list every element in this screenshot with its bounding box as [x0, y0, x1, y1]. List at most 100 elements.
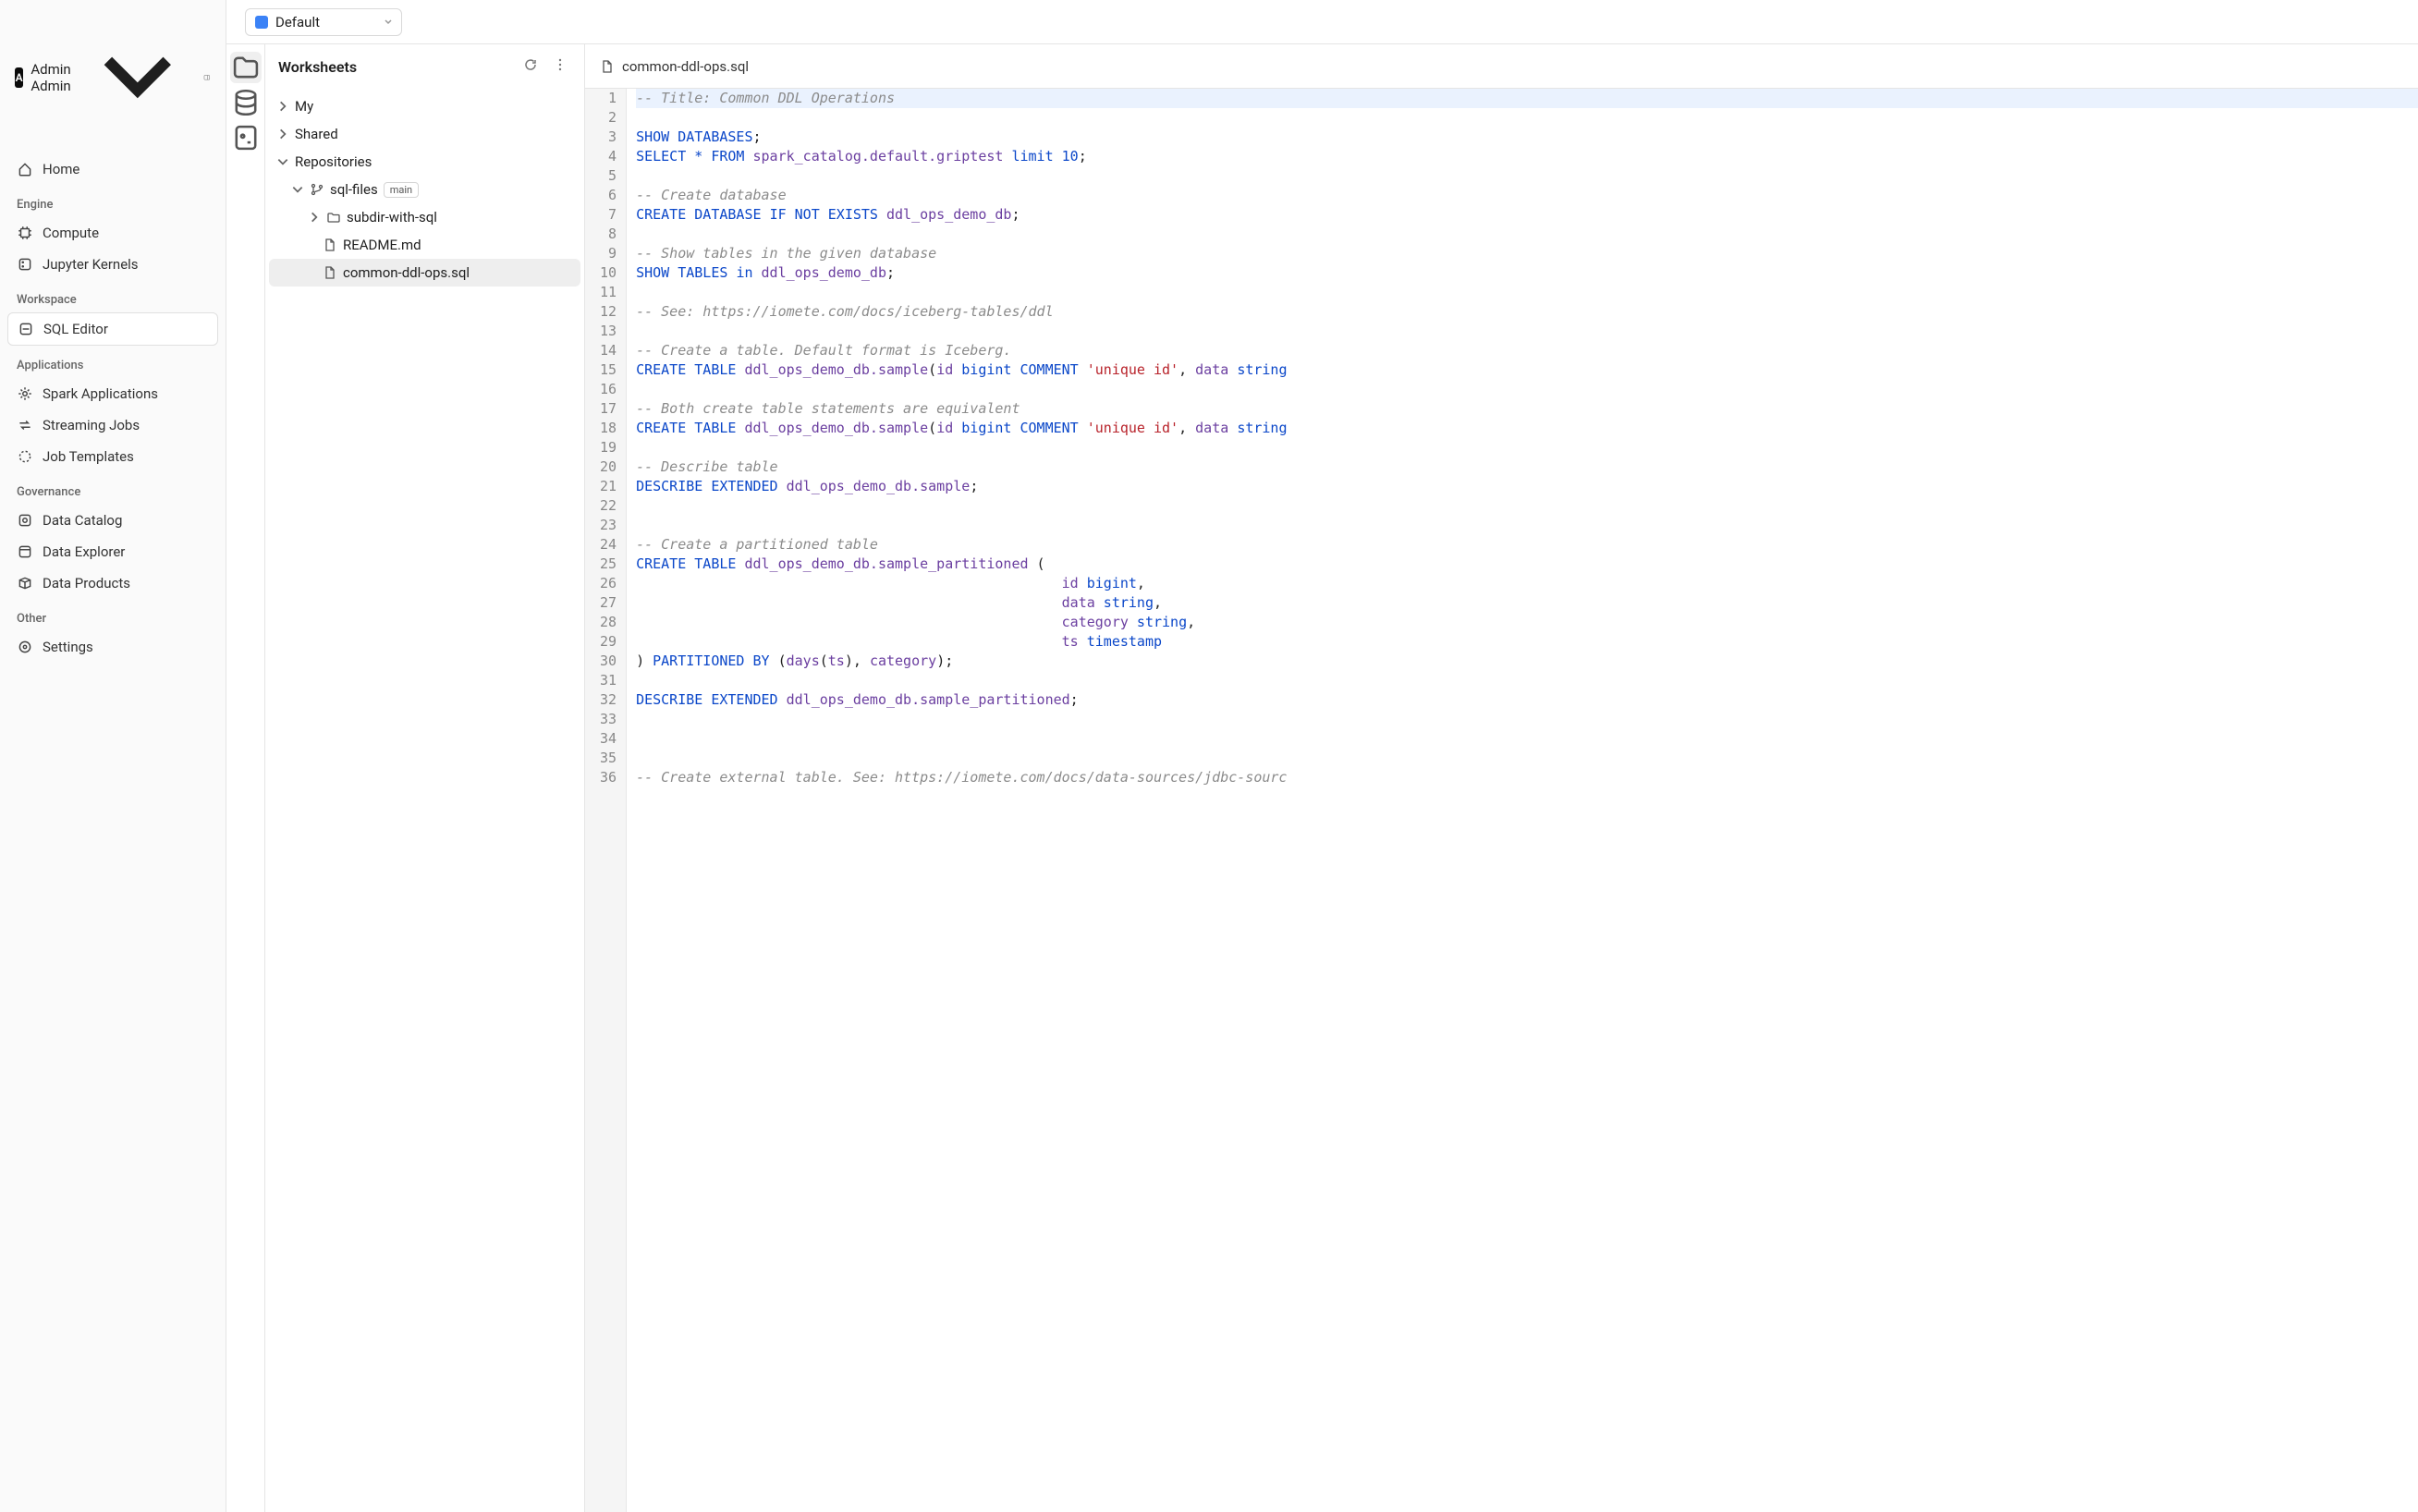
tree-shared-label: Shared — [295, 126, 338, 142]
branch-pill: main — [384, 182, 419, 198]
tree-readme-label: README.md — [343, 237, 421, 253]
explorer-icon — [17, 543, 33, 560]
nav-templates-label: Job Templates — [43, 448, 134, 465]
side-rail — [226, 0, 265, 1512]
file-icon — [600, 59, 615, 74]
catalog-select-label: Default — [275, 14, 320, 30]
nav-catalog[interactable]: Data Catalog — [7, 505, 218, 536]
rail-history[interactable] — [230, 122, 262, 153]
tree-file-selected[interactable]: common-ddl-ops.sql — [269, 259, 580, 287]
tree-repositories[interactable]: Repositories — [269, 148, 580, 176]
nav-explorer[interactable]: Data Explorer — [7, 536, 218, 567]
code-line[interactable]: -- Title: Common DDL Operations — [636, 89, 2418, 108]
code-line[interactable] — [636, 225, 2418, 244]
code-line[interactable]: -- Create external table. See: https://i… — [636, 768, 2418, 787]
panel-toggle-icon[interactable] — [203, 74, 211, 81]
code-line[interactable]: DESCRIBE EXTENDED ddl_ops_demo_db.sample… — [636, 477, 2418, 496]
chevron-down-icon — [291, 183, 304, 196]
section-other: Other — [7, 599, 218, 631]
main-panel: Default common-ddl-ops.sql 1234567891011… — [585, 0, 2418, 1512]
box-icon — [17, 575, 33, 591]
template-icon — [17, 448, 33, 465]
code-line[interactable]: -- Create a partitioned table — [636, 535, 2418, 555]
section-apps: Applications — [7, 346, 218, 378]
nav-products[interactable]: Data Products — [7, 567, 218, 599]
code-line[interactable]: CREATE TABLE ddl_ops_demo_db.sample(id b… — [636, 360, 2418, 380]
code-line[interactable] — [636, 438, 2418, 457]
code-line[interactable]: -- Show tables in the given database — [636, 244, 2418, 263]
nav-jupyter-label: Jupyter Kernels — [43, 256, 139, 273]
nav-sql-editor-label: SQL Editor — [43, 321, 108, 337]
chevron-down-icon — [383, 14, 394, 30]
code-line[interactable] — [636, 496, 2418, 516]
code-line[interactable]: SHOW DATABASES; — [636, 128, 2418, 147]
nav-settings-label: Settings — [43, 639, 93, 655]
code-line[interactable] — [636, 710, 2418, 729]
tree-readme[interactable]: README.md — [269, 231, 580, 259]
code-line[interactable]: -- Create database — [636, 186, 2418, 205]
nav-sql-editor[interactable]: SQL Editor — [7, 312, 218, 346]
code-line[interactable]: ) PARTITIONED BY (days(ts), category); — [636, 652, 2418, 671]
code-line[interactable]: DESCRIBE EXTENDED ddl_ops_demo_db.sample… — [636, 690, 2418, 710]
code-line[interactable] — [636, 516, 2418, 535]
code-line[interactable] — [636, 729, 2418, 749]
code-line[interactable]: -- Describe table — [636, 457, 2418, 477]
tree-repo-name: sql-files — [330, 181, 378, 198]
nav-jupyter[interactable]: Jupyter Kernels — [7, 249, 218, 280]
catalog-color-swatch — [255, 16, 268, 29]
cpu-icon — [17, 225, 33, 241]
tree-my[interactable]: My — [269, 92, 580, 120]
code-line[interactable]: id bigint, — [636, 574, 2418, 593]
nav-home[interactable]: Home — [7, 153, 218, 185]
chevron-right-icon — [308, 211, 321, 224]
nav-spark-label: Spark Applications — [43, 385, 158, 402]
rail-folder[interactable] — [230, 52, 262, 83]
code-line[interactable] — [636, 322, 2418, 341]
nav-compute[interactable]: Compute — [7, 217, 218, 249]
code-line[interactable]: CREATE TABLE ddl_ops_demo_db.sample_part… — [636, 555, 2418, 574]
chevron-right-icon — [276, 100, 289, 113]
rail-database[interactable] — [230, 87, 262, 118]
code-line[interactable]: ts timestamp — [636, 632, 2418, 652]
section-workspace: Workspace — [7, 280, 218, 312]
code-line[interactable] — [636, 671, 2418, 690]
code-line[interactable] — [636, 166, 2418, 186]
nav-spark[interactable]: Spark Applications — [7, 378, 218, 409]
catalog-select[interactable]: Default — [245, 8, 402, 36]
refresh-button[interactable] — [519, 54, 542, 79]
file-tab-bar: common-ddl-ops.sql — [585, 44, 2418, 89]
code-line[interactable]: CREATE TABLE ddl_ops_demo_db.sample(id b… — [636, 419, 2418, 438]
nav-templates[interactable]: Job Templates — [7, 441, 218, 472]
code-line[interactable]: -- Create a table. Default format is Ice… — [636, 341, 2418, 360]
code-line[interactable]: -- Both create table statements are equi… — [636, 399, 2418, 419]
chevron-down-icon — [276, 155, 289, 168]
code-line[interactable] — [636, 749, 2418, 768]
avatar: A — [15, 67, 23, 88]
code-line[interactable] — [636, 283, 2418, 302]
nav-streaming[interactable]: Streaming Jobs — [7, 409, 218, 441]
nav-settings[interactable]: Settings — [7, 631, 218, 663]
code-line[interactable]: data string, — [636, 593, 2418, 613]
jupyter-icon — [17, 256, 33, 273]
left-sidebar: A Admin Admin Home Engine Compute Jupyte… — [0, 0, 226, 1512]
code-line[interactable] — [636, 380, 2418, 399]
tree-file-label: common-ddl-ops.sql — [343, 264, 470, 281]
code-line[interactable]: CREATE DATABASE IF NOT EXISTS ddl_ops_de… — [636, 205, 2418, 225]
tree-subdir-label: subdir-with-sql — [347, 209, 437, 226]
code-line[interactable]: SELECT * FROM spark_catalog.default.grip… — [636, 147, 2418, 166]
code-line[interactable]: category string, — [636, 613, 2418, 632]
user-menu[interactable]: A Admin Admin — [7, 11, 218, 144]
code-line[interactable] — [636, 108, 2418, 128]
code-line[interactable]: -- See: https://iomete.com/docs/iceberg-… — [636, 302, 2418, 322]
chevron-down-icon — [79, 17, 197, 139]
tree-subdir[interactable]: subdir-with-sql — [269, 203, 580, 231]
more-button[interactable] — [549, 54, 571, 79]
code-line[interactable]: SHOW TABLES in ddl_ops_demo_db; — [636, 263, 2418, 283]
worksheets-title: Worksheets — [278, 58, 512, 76]
user-name: Admin Admin — [31, 61, 70, 94]
gutter: 1234567891011121314151617181920212223242… — [585, 89, 627, 1512]
tree-repo[interactable]: sql-files main — [269, 176, 580, 203]
code-editor[interactable]: 1234567891011121314151617181920212223242… — [585, 89, 2418, 1512]
tree-shared[interactable]: Shared — [269, 120, 580, 148]
chevron-right-icon — [276, 128, 289, 140]
